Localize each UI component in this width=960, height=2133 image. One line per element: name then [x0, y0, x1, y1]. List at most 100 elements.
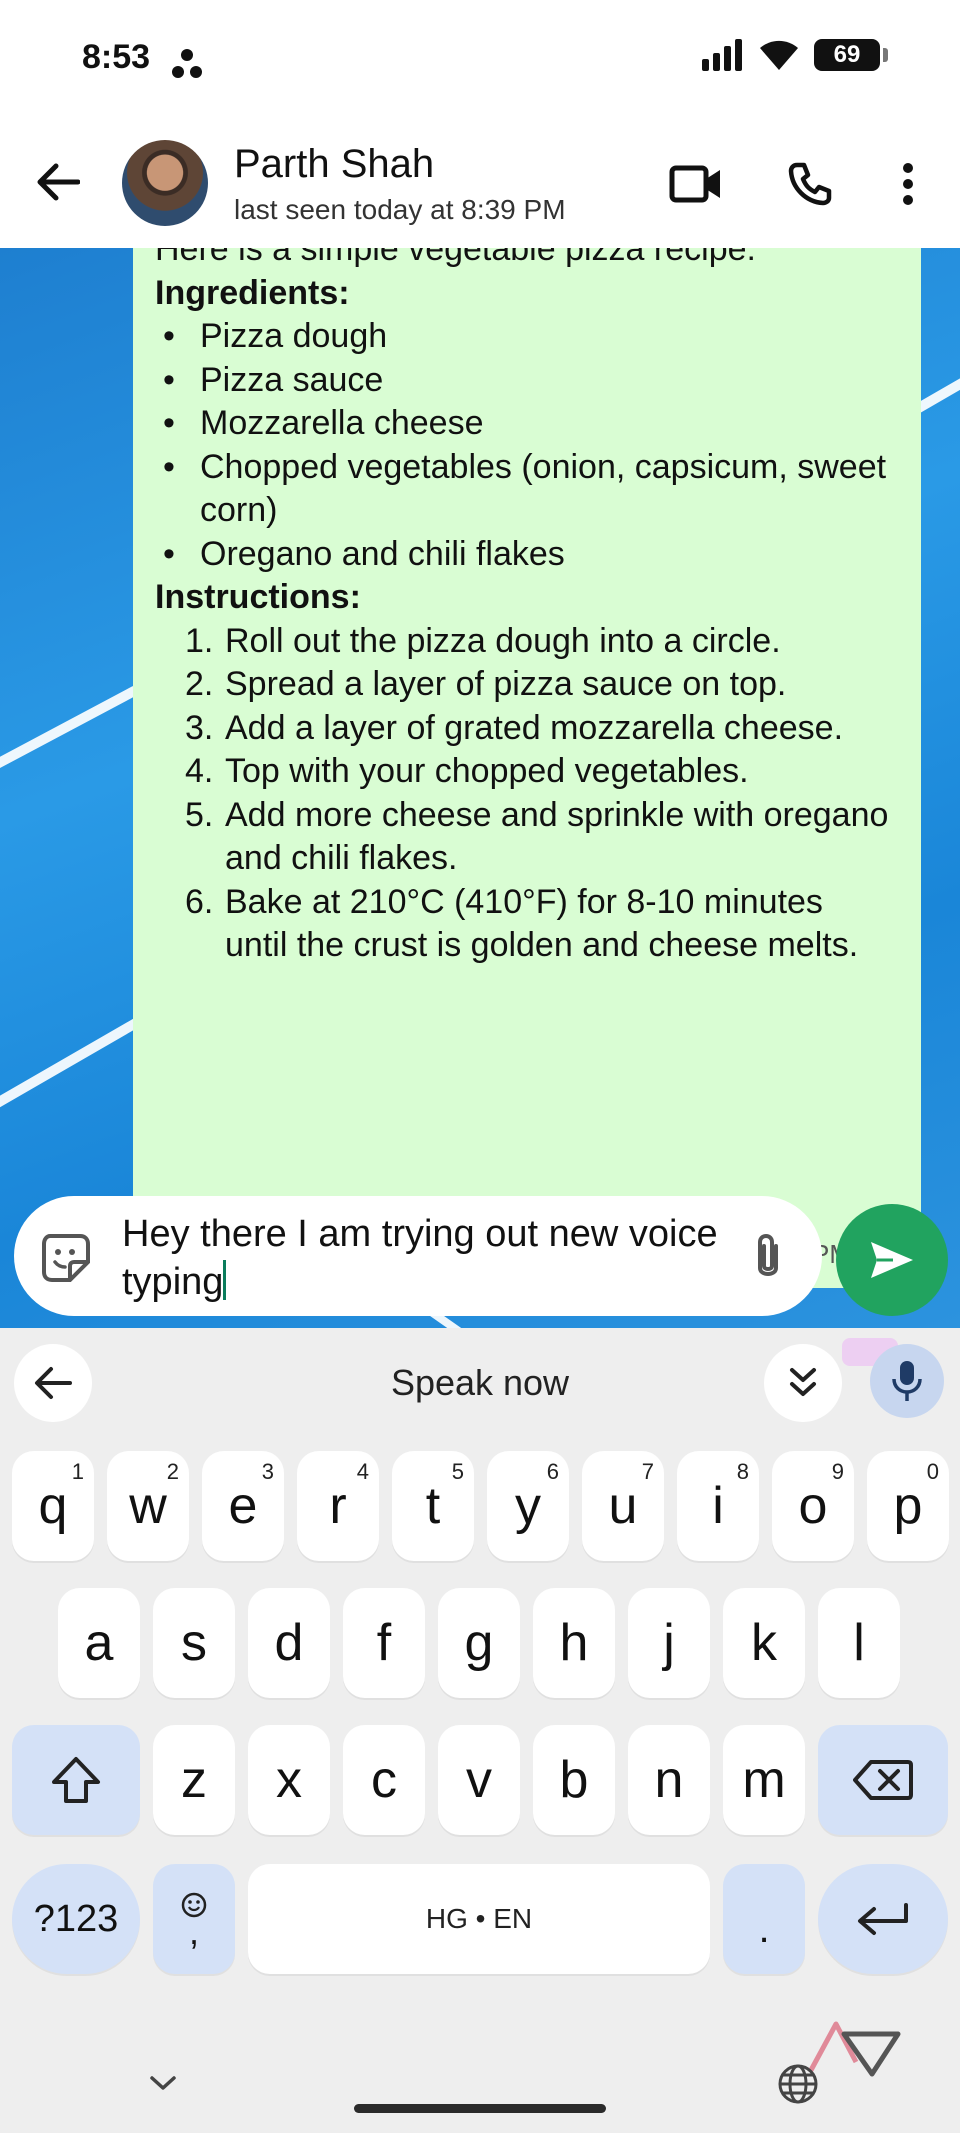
- collapse-keyboard-button[interactable]: [764, 1344, 842, 1422]
- step-text: Add a layer of grated mozzarella cheese.: [225, 708, 844, 747]
- status-bar: 8:53 69: [0, 0, 960, 120]
- backspace-icon: [853, 1760, 913, 1800]
- key-p[interactable]: p0: [867, 1451, 949, 1561]
- key-f[interactable]: f: [343, 1588, 425, 1698]
- emoji-comma-key[interactable]: ,: [153, 1864, 235, 1974]
- background-line: [0, 684, 142, 778]
- key-label: t: [425, 1477, 441, 1535]
- key-r[interactable]: r4: [297, 1451, 379, 1561]
- key-o[interactable]: o9: [772, 1451, 854, 1561]
- key-label: z: [181, 1751, 207, 1809]
- key-s[interactable]: s: [153, 1588, 235, 1698]
- step-item: 1. Roll out the pizza dough into a circle…: [155, 620, 891, 664]
- voice-input-button[interactable]: [870, 1344, 944, 1418]
- step-number: 2.: [185, 665, 214, 703]
- key-e[interactable]: e3: [202, 1451, 284, 1561]
- key-u[interactable]: u7: [582, 1451, 664, 1561]
- step-number: 4.: [185, 752, 214, 790]
- key-label: m: [742, 1751, 786, 1809]
- step-item: 5. Add more cheese and sprinkle with oreg…: [155, 794, 891, 881]
- key-hint: 2: [166, 1459, 179, 1484]
- message-intro: Here is a simple vegetable pizza recipe:: [155, 248, 756, 268]
- voice-call-button[interactable]: [782, 156, 838, 212]
- status-time: 8:53: [82, 38, 151, 76]
- key-label: y: [515, 1477, 541, 1535]
- key-hint: 4: [356, 1459, 369, 1484]
- background-line: [0, 1013, 148, 1118]
- key-z[interactable]: z: [153, 1725, 235, 1835]
- avatar[interactable]: [122, 140, 208, 226]
- message-input[interactable]: Hey there I am trying out new voice typi…: [14, 1196, 822, 1316]
- step-item: 4. Top with your chopped vegetables.: [155, 750, 891, 794]
- phone-icon: [788, 162, 832, 206]
- key-x[interactable]: x: [248, 1725, 330, 1835]
- key-hint: 1: [71, 1459, 84, 1484]
- back-button[interactable]: [30, 154, 86, 210]
- key-label: q: [38, 1477, 68, 1535]
- step-text: Add more cheese and sprinkle with oregan…: [225, 795, 889, 878]
- contact-name[interactable]: Parth Shah: [234, 142, 434, 187]
- key-label: n: [654, 1751, 684, 1809]
- key-v[interactable]: v: [438, 1725, 520, 1835]
- keyboard: Speak now q1 w2 e3 r4 t5 y6 u7 i8 o9 p0 …: [0, 1328, 960, 2133]
- key-y[interactable]: y6: [487, 1451, 569, 1561]
- key-w[interactable]: w2: [107, 1451, 189, 1561]
- globe-icon[interactable]: [776, 2062, 820, 2106]
- key-label: i: [712, 1477, 724, 1535]
- key-b[interactable]: b: [533, 1725, 615, 1835]
- key-label: d: [274, 1614, 304, 1672]
- key-t[interactable]: t5: [392, 1451, 474, 1561]
- more-options-button[interactable]: [880, 156, 936, 212]
- notification-dots-icon: [172, 49, 202, 78]
- battery-indicator: 69: [814, 39, 888, 71]
- key-l[interactable]: l: [818, 1588, 900, 1698]
- send-icon: [871, 1242, 913, 1278]
- text-caret: [223, 1260, 227, 1300]
- key-hint: 6: [546, 1459, 559, 1484]
- key-m[interactable]: m: [723, 1725, 805, 1835]
- list-item: Oregano and chili flakes: [155, 533, 891, 577]
- symbols-key[interactable]: ?123: [12, 1864, 140, 1974]
- key-d[interactable]: d: [248, 1588, 330, 1698]
- key-j[interactable]: j: [628, 1588, 710, 1698]
- home-indicator[interactable]: [354, 2104, 606, 2113]
- key-k[interactable]: k: [723, 1588, 805, 1698]
- key-label: c: [371, 1751, 397, 1809]
- signal-icon: [702, 39, 742, 71]
- send-button[interactable]: [836, 1204, 948, 1316]
- shift-key[interactable]: [12, 1725, 140, 1835]
- arrow-back-icon: [37, 163, 80, 201]
- ingredients-list: Pizza dough Pizza sauce Mozzarella chees…: [155, 315, 891, 576]
- key-c[interactable]: c: [343, 1725, 425, 1835]
- key-hint: 3: [261, 1459, 274, 1484]
- video-call-button[interactable]: [668, 156, 724, 212]
- attach-icon[interactable]: [744, 1232, 792, 1284]
- key-hint: 9: [831, 1459, 844, 1484]
- space-key[interactable]: HG • EN: [248, 1864, 710, 1974]
- key-n[interactable]: n: [628, 1725, 710, 1835]
- video-camera-icon: [669, 165, 720, 203]
- key-g[interactable]: g: [438, 1588, 520, 1698]
- key-q[interactable]: q1: [12, 1451, 94, 1561]
- step-item: 3. Add a layer of grated mozzarella chees…: [155, 707, 891, 751]
- list-item: Pizza sauce: [155, 359, 891, 403]
- step-text: Roll out the pizza dough into a circle.: [225, 621, 781, 660]
- period-key[interactable]: .: [723, 1864, 805, 1974]
- key-h[interactable]: h: [533, 1588, 615, 1698]
- enter-key[interactable]: [818, 1864, 948, 1974]
- key-label: o: [798, 1477, 828, 1535]
- key-hint: 8: [736, 1459, 749, 1484]
- sticker-icon[interactable]: [40, 1232, 92, 1284]
- key-label: p: [893, 1477, 923, 1535]
- key-label: s: [181, 1614, 207, 1672]
- key-i[interactable]: i8: [677, 1451, 759, 1561]
- key-label: g: [464, 1614, 494, 1672]
- chevron-down-icon[interactable]: [140, 2068, 186, 2098]
- key-label: f: [376, 1614, 392, 1672]
- key-a[interactable]: a: [58, 1588, 140, 1698]
- microphone-icon: [892, 1361, 922, 1401]
- message-bubble[interactable]: Here is a simple vegetable pizza recipe:…: [133, 248, 921, 1288]
- backspace-key[interactable]: [818, 1725, 948, 1835]
- step-text: Spread a layer of pizza sauce on top.: [225, 665, 787, 703]
- step-number: 6.: [185, 882, 214, 921]
